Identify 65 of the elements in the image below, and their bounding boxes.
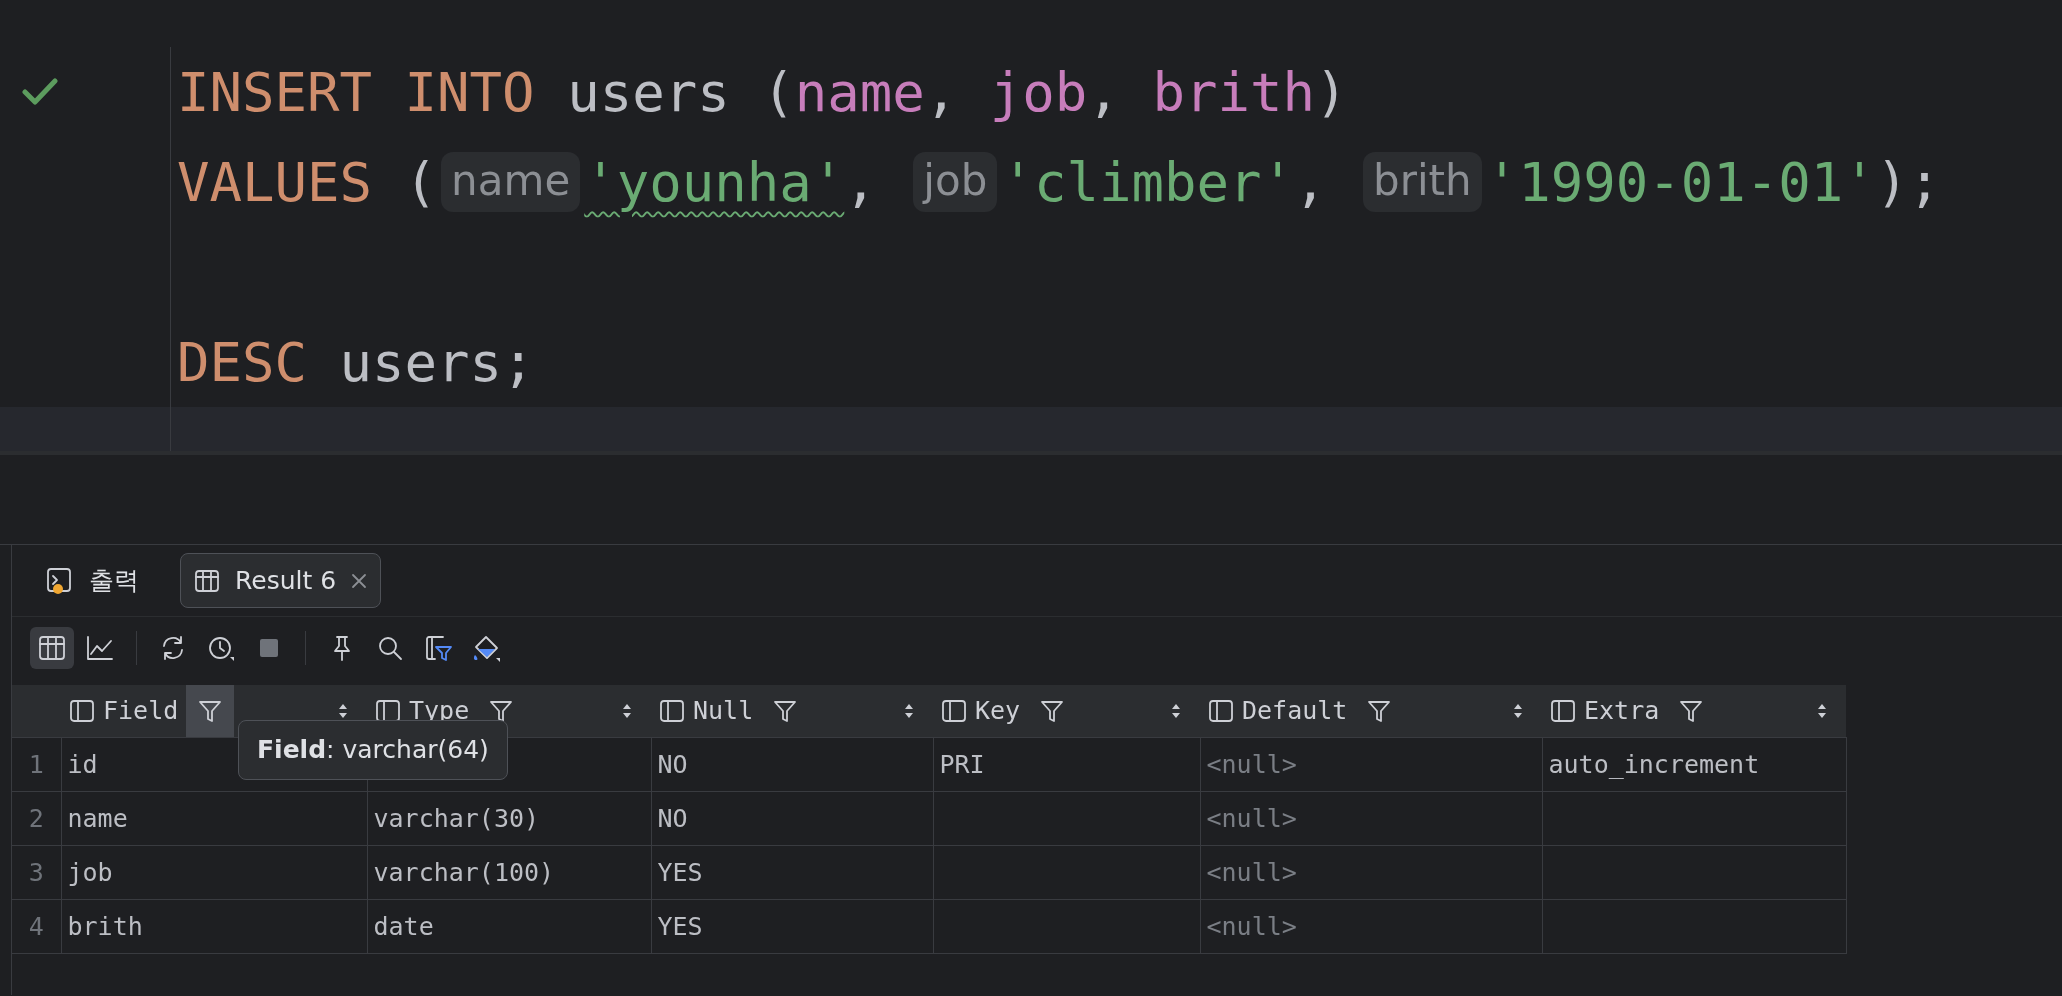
code-text: , (844, 149, 878, 216)
table-cell: varchar(30) (367, 791, 651, 846)
string-literal: 'younha' (584, 149, 845, 216)
column-header[interactable]: Null (651, 685, 933, 738)
code-text: ( (403, 149, 438, 216)
filter-icon (1039, 698, 1066, 724)
table-cell: date (367, 899, 651, 954)
column-icon (69, 698, 95, 724)
table-cell: job (61, 845, 367, 900)
table-cell: <null> (1200, 899, 1542, 954)
close-icon[interactable] (350, 571, 369, 590)
column-name: job (989, 59, 1088, 126)
table-button[interactable] (30, 627, 74, 669)
tab[interactable]: 출력 (32, 552, 152, 609)
table-cell: <null> (1200, 791, 1542, 846)
table-cell: <null> (1200, 845, 1542, 900)
code-text: , (1294, 149, 1328, 216)
paint-bucket-icon (471, 633, 501, 663)
code-text: , (1087, 59, 1121, 126)
table-cell: YES (651, 899, 933, 954)
column-icon (941, 698, 967, 724)
table-cell: NO (651, 791, 933, 846)
table-cell: YES (651, 845, 933, 900)
filter-button[interactable] (186, 685, 235, 737)
filter-icon (772, 698, 799, 724)
table-cell: NO (651, 737, 933, 792)
table-icon (37, 633, 67, 663)
table-cell: PRI (933, 737, 1200, 792)
sql-keyword: DESC (177, 329, 308, 396)
column-name: brith (1152, 59, 1315, 126)
parameter-hint: job (913, 151, 998, 213)
column-header[interactable]: Extra (1542, 685, 1846, 738)
code-text: , (924, 59, 959, 126)
chart-icon (85, 633, 115, 663)
row-number: 3 (12, 845, 61, 900)
sql-keyword: INSERT INTO (177, 59, 535, 126)
column-name: name (794, 59, 925, 126)
column-header[interactable]: Key (933, 685, 1200, 738)
table-filter-icon (423, 633, 453, 663)
row-number: 4 (12, 899, 61, 954)
table-cell: <null> (1200, 737, 1542, 792)
column-icon (1208, 698, 1234, 724)
string-literal: 'climber' (1001, 149, 1294, 216)
string-literal: '1990-01-01' (1485, 149, 1876, 216)
code-text: users; (338, 329, 535, 396)
row-number: 1 (12, 737, 61, 792)
filter-icon (1678, 698, 1705, 724)
table-cell: brith (61, 899, 367, 954)
parameter-hint: brith (1363, 151, 1482, 213)
sql-keyword: VALUES (177, 149, 373, 216)
code-text: ); (1875, 149, 1941, 216)
table-cell: varchar(100) (367, 845, 651, 900)
table-cell: name (61, 791, 367, 846)
code-text: users ( (566, 59, 795, 126)
table-cell: auto_increment (1542, 737, 1846, 792)
column-icon (659, 698, 685, 724)
code-text: ) (1314, 59, 1348, 126)
filter-icon (1366, 698, 1393, 724)
tooltip: Field: varchar(64) (238, 720, 508, 780)
column-icon (1550, 698, 1576, 724)
filter-icon (197, 698, 224, 724)
column-header[interactable]: Default (1200, 685, 1542, 738)
parameter-hint: name (441, 151, 581, 213)
tab[interactable]: Result 6 (180, 552, 382, 609)
row-number: 2 (12, 791, 61, 846)
